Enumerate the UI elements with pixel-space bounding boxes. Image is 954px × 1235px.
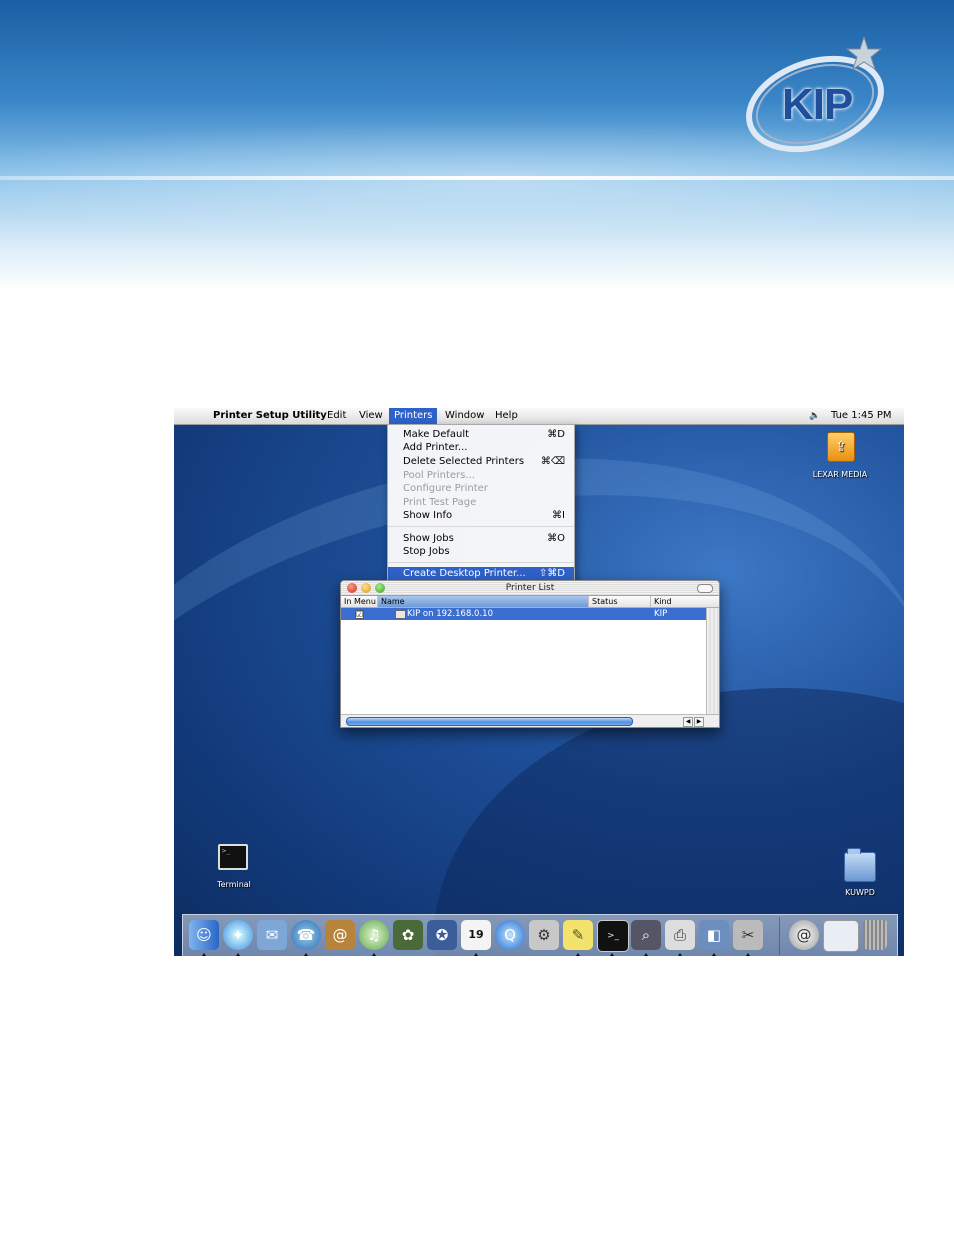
running-indicator xyxy=(236,953,240,956)
window-titlebar[interactable]: Printer List xyxy=(341,581,719,596)
mail-icon[interactable]: ✉ xyxy=(257,920,287,950)
trash-icon[interactable] xyxy=(863,920,887,950)
in-menu-checkbox[interactable]: ☑ xyxy=(355,610,364,619)
internet-connect-icon[interactable]: @ xyxy=(789,920,819,950)
table-header: In Menu Name Status Kind xyxy=(341,596,719,608)
imovie-icon[interactable]: ✪ xyxy=(427,920,457,950)
mac-desktop-screenshot: Printer Setup Utility Edit View Printers… xyxy=(174,408,904,956)
column-header-status[interactable]: Status xyxy=(589,596,651,607)
ical-icon[interactable]: 19 xyxy=(461,920,491,950)
menu-item-make-default[interactable]: Make Default ⌘D xyxy=(388,428,574,441)
dock: ☺ ✦ ✉ ☎ @ ♫ ✿ ✪ 19 Q ⚙ ✎ >_ ⌕ ⎙ ◧ ✂ @ xyxy=(182,914,898,956)
column-header-kind[interactable]: Kind xyxy=(651,596,719,607)
horizontal-scrollbar[interactable]: ◀ ▶ xyxy=(341,714,719,727)
vertical-scrollbar[interactable] xyxy=(706,608,719,714)
folder-icon xyxy=(844,848,876,882)
menu-edit[interactable]: Edit xyxy=(322,408,351,424)
scroll-right-arrow[interactable]: ▶ xyxy=(694,717,704,727)
running-indicator xyxy=(712,953,716,956)
menu-item-configure-printer: Configure Printer xyxy=(403,483,488,494)
menu-item-show-jobs[interactable]: Show Jobs ⌘O xyxy=(388,532,574,545)
terminal-icon[interactable]: >_ xyxy=(597,920,629,952)
desktop-icon-lexar-media[interactable]: ⇪ LEXAR MEDIA xyxy=(788,432,892,480)
apple-menu-icon[interactable] xyxy=(186,409,198,422)
desktop-icon-kuwpd[interactable]: KUWPD xyxy=(830,848,890,900)
printer-list-window: Printer List In Menu Name Status Kind ☑ … xyxy=(340,580,720,728)
printer-table: ☑ KIP on 192.168.0.10 KIP xyxy=(341,608,707,714)
running-indicator xyxy=(610,953,614,956)
menu-help[interactable]: Help xyxy=(490,408,523,424)
sherlock-icon[interactable]: ⌕ xyxy=(631,920,661,950)
usb-drive-icon: ⇪ xyxy=(827,432,855,462)
ichat-icon[interactable]: ☎ xyxy=(291,920,321,950)
kip-logo-text: KIP xyxy=(782,80,853,129)
grab-icon[interactable]: ✂ xyxy=(733,920,763,950)
running-indicator xyxy=(678,953,682,956)
safari-icon[interactable]: ✦ xyxy=(223,920,253,950)
terminal-icon: >_ xyxy=(218,844,248,870)
desktop-icon-terminal[interactable]: >_ Terminal xyxy=(204,844,264,890)
table-row[interactable]: ☑ KIP on 192.168.0.10 KIP xyxy=(341,608,707,620)
printers-dropdown-menu: Make Default ⌘D Add Printer... Delete Sel… xyxy=(387,424,575,582)
menu-view[interactable]: View xyxy=(354,408,388,424)
running-indicator xyxy=(474,953,478,956)
scroll-thumb[interactable] xyxy=(346,717,633,726)
finder-icon[interactable]: ☺ xyxy=(189,920,219,950)
scroll-left-arrow[interactable]: ◀ xyxy=(683,717,693,727)
menu-item-create-desktop-printer[interactable]: Create Desktop Printer... ⇧⌘D xyxy=(388,567,574,580)
menu-item-pool-printers: Pool Printers... xyxy=(403,470,475,481)
desktop-window-icon[interactable] xyxy=(823,920,859,952)
menu-separator xyxy=(388,562,574,563)
running-indicator xyxy=(576,953,580,956)
app-menu[interactable]: Printer Setup Utility xyxy=(208,408,332,424)
preview-icon[interactable]: ◧ xyxy=(699,920,729,950)
itunes-icon[interactable]: ♫ xyxy=(359,920,389,950)
desktop-icon-label: KUWPD xyxy=(845,888,875,897)
running-indicator xyxy=(304,953,308,956)
column-header-in-menu[interactable]: In Menu xyxy=(341,596,378,607)
iphoto-icon[interactable]: ✿ xyxy=(393,920,423,950)
volume-icon[interactable]: 🔈 xyxy=(804,408,825,424)
system-prefs-icon[interactable]: ⚙ xyxy=(529,920,559,950)
menu-window[interactable]: Window xyxy=(440,408,489,424)
running-indicator xyxy=(746,953,750,956)
menu-printers[interactable]: Printers xyxy=(389,408,438,424)
menu-clock[interactable]: Tue 1:45 PM xyxy=(826,408,897,424)
window-title: Printer List xyxy=(505,583,555,593)
banner-streak xyxy=(0,176,954,180)
stickies-icon[interactable]: ✎ xyxy=(563,920,593,950)
printer-icon xyxy=(395,610,406,619)
menu-item-add-printer[interactable]: Add Printer... xyxy=(388,441,574,454)
quicktime-icon[interactable]: Q xyxy=(495,920,525,950)
menu-item-delete-selected[interactable]: Delete Selected Printers ⌘⌫ xyxy=(388,455,574,468)
column-header-name[interactable]: Name xyxy=(378,596,589,607)
desktop-icon-label: Terminal xyxy=(217,880,251,889)
menu-separator xyxy=(388,526,574,527)
running-indicator xyxy=(202,953,206,956)
toolbar-toggle-button[interactable] xyxy=(697,584,713,593)
menu-item-print-test-page: Print Test Page xyxy=(403,497,477,508)
running-indicator xyxy=(372,953,376,956)
header-banner: KIP xyxy=(0,0,954,290)
printer-kind: KIP xyxy=(654,609,668,619)
dock-separator xyxy=(779,917,780,955)
printer-name: KIP on 192.168.0.10 xyxy=(407,609,493,619)
running-indicator xyxy=(644,953,648,956)
desktop-icon-label: LEXAR MEDIA xyxy=(812,470,868,479)
menu-item-show-info[interactable]: Show Info ⌘I xyxy=(388,509,574,522)
menu-item-stop-jobs[interactable]: Stop Jobs xyxy=(388,545,574,558)
address-book-icon[interactable]: @ xyxy=(325,920,355,950)
menu-bar: Printer Setup Utility Edit View Printers… xyxy=(174,408,904,425)
printer-icon[interactable]: ⎙ xyxy=(665,920,695,950)
